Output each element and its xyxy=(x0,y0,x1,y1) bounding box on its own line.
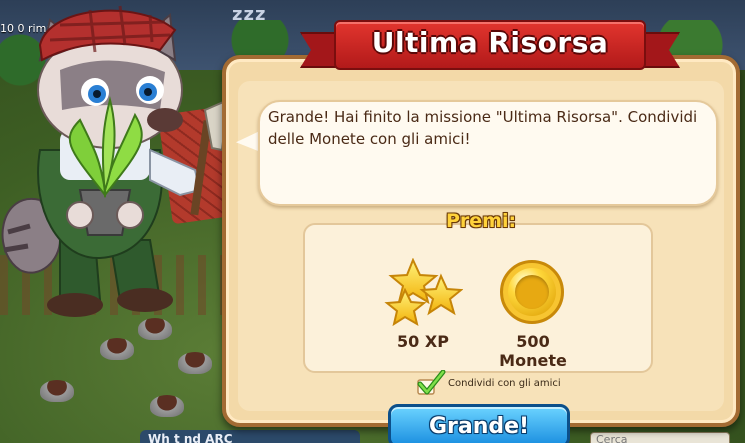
bottom-tab-label: Wh t nd ARC xyxy=(148,432,233,443)
flower-pot[interactable] xyxy=(40,380,74,402)
rewards-title: Premi: xyxy=(446,210,517,232)
dialog-title: Ultima Risorsa xyxy=(371,26,609,59)
flower-pot[interactable] xyxy=(100,338,134,360)
flower-pot[interactable] xyxy=(178,352,212,374)
search-placeholder: Cerca xyxy=(596,433,628,443)
xp-stars-icon xyxy=(384,258,463,327)
share-label: Condividi con gli amici xyxy=(448,377,561,389)
quest-message: Grande! Hai finito la missione "Ultima R… xyxy=(268,108,698,148)
title-ribbon: Ultima Risorsa xyxy=(300,20,680,72)
share-with-friends-checkbox[interactable]: Condividi con gli amici xyxy=(416,370,561,396)
coin-crown-emblem xyxy=(515,275,549,309)
confirm-button[interactable]: Grande! xyxy=(388,404,570,443)
checkmark-icon[interactable] xyxy=(416,370,446,396)
confirm-button-label: Grande! xyxy=(428,414,530,439)
coin-reward-label: 500 Monete xyxy=(499,332,567,370)
flower-pot[interactable] xyxy=(150,395,184,417)
rewards-panel xyxy=(303,223,653,373)
raccoon-farmer-character xyxy=(1,5,230,317)
xp-reward-label: 50 XP xyxy=(397,332,449,351)
gold-coin-icon xyxy=(500,260,564,324)
